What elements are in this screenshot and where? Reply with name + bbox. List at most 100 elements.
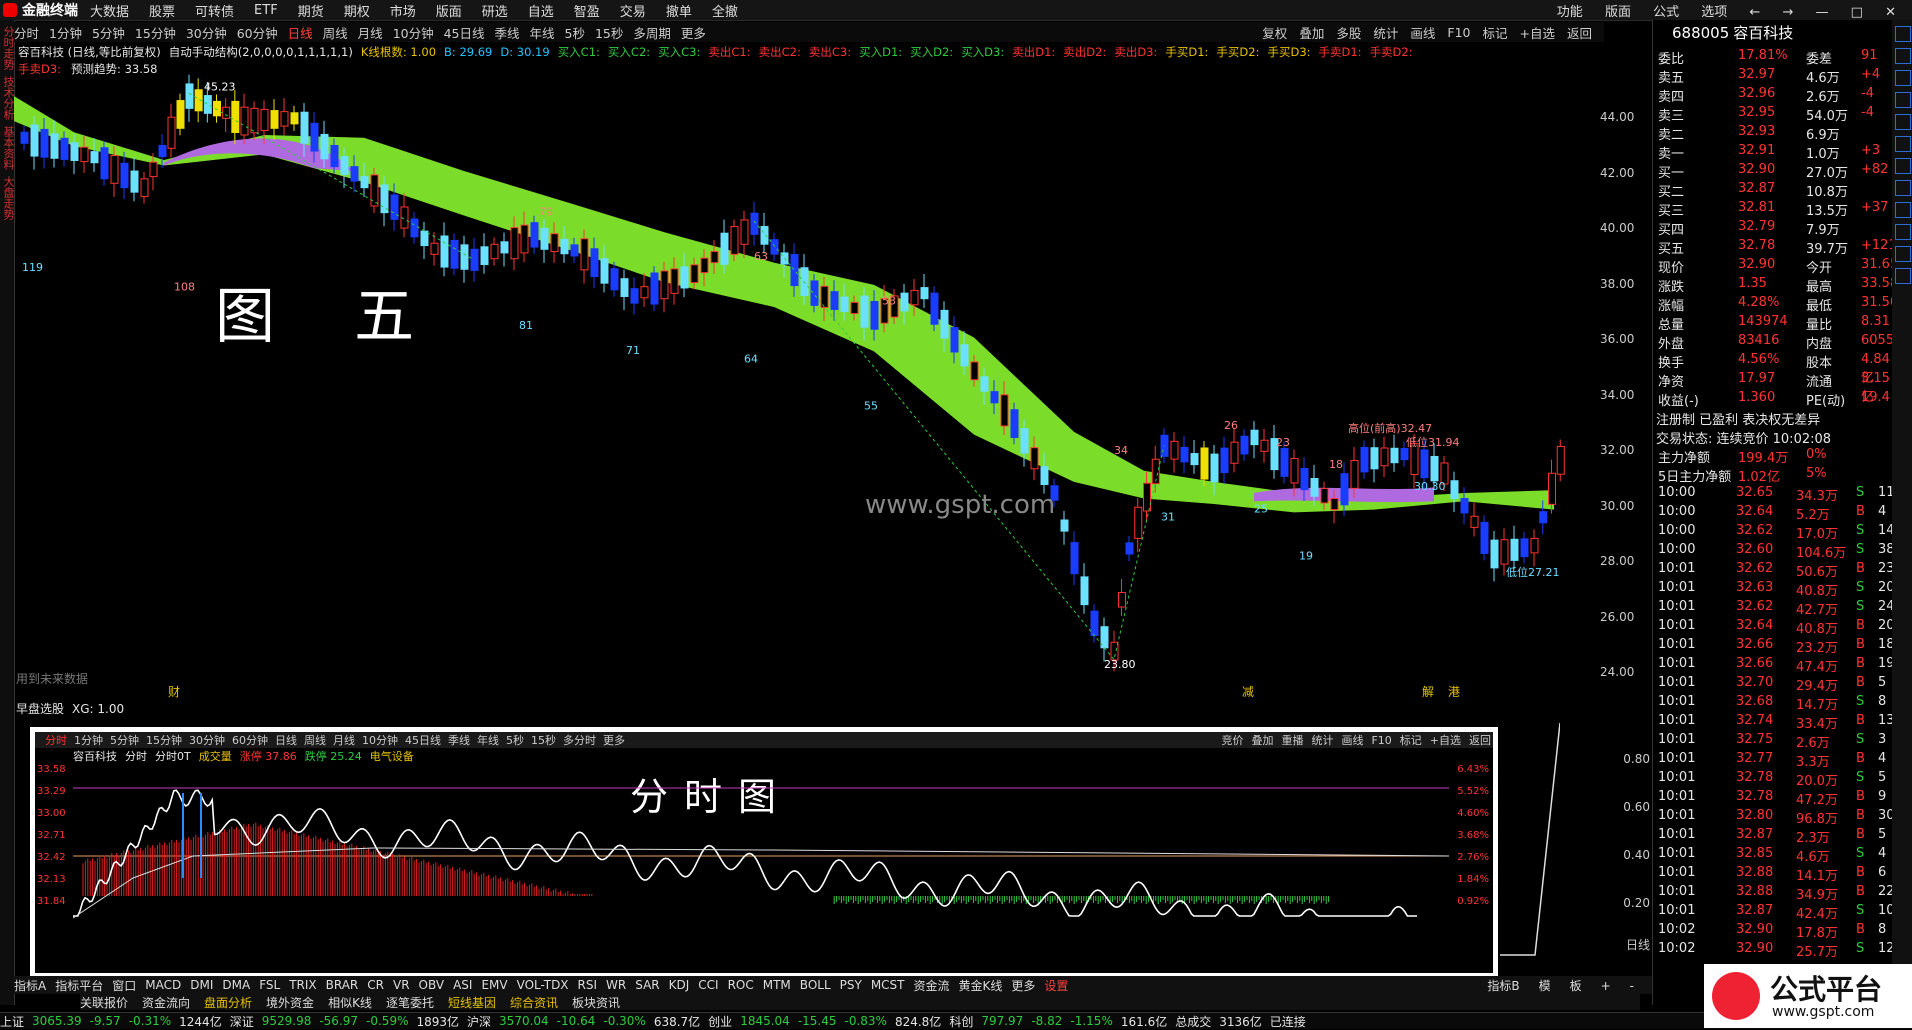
period-tab[interactable]: 10分钟 [393, 23, 434, 42]
candle-body[interactable] [1320, 488, 1329, 504]
right-menu-item[interactable]: 版面 [1605, 5, 1631, 20]
menu-item[interactable]: 撤单 [666, 1, 692, 20]
index-name[interactable]: 科创 [949, 1013, 973, 1030]
candle-body[interactable] [158, 145, 167, 158]
inset-period-tab[interactable]: 年线 [477, 732, 499, 748]
candle-body[interactable] [1080, 576, 1089, 606]
tool-icon[interactable] [1895, 246, 1911, 262]
inset-tool[interactable]: F10 [1371, 734, 1391, 747]
tick-row[interactable]: 10:02 32.90 25.7万 S 12 [1656, 941, 1895, 960]
candle-body[interactable] [203, 95, 212, 114]
candle-body[interactable] [1520, 538, 1529, 558]
candle-body[interactable] [520, 224, 529, 254]
candle-body[interactable] [1000, 394, 1009, 427]
tick-row[interactable]: 10:01 32.62 42.7万 S 24 [1656, 599, 1895, 618]
candle-body[interactable] [1180, 446, 1189, 463]
ask-row[interactable]: 卖二 32.93 6.9万 [1656, 124, 1892, 143]
candle-body[interactable] [500, 241, 509, 254]
inset-period-tab[interactable]: 月线 [333, 732, 355, 748]
indicator-tab[interactable]: TRIX [289, 978, 316, 992]
toolbar-button[interactable]: 多股 [1336, 23, 1361, 42]
indicator-tab[interactable]: 更多 [1011, 977, 1035, 994]
candle-body[interactable] [149, 161, 158, 178]
candle-body[interactable] [370, 174, 379, 207]
tick-row[interactable]: 10:01 32.74 33.4万 B 13 [1656, 713, 1895, 732]
info-subtab[interactable]: 短线基因 [448, 994, 496, 1011]
toolbar-button[interactable]: 复权 [1262, 23, 1287, 42]
candle-body[interactable] [750, 212, 759, 235]
candle-body[interactable] [1090, 610, 1099, 637]
inset-period-tab[interactable]: 10分钟 [362, 732, 398, 748]
indicator-tab[interactable]: VOL-TDX [517, 978, 569, 992]
candle-body[interactable] [730, 226, 739, 255]
candle-body[interactable] [120, 162, 129, 189]
candle-body[interactable] [90, 151, 99, 164]
candle-body[interactable] [270, 110, 279, 129]
indicator-tab[interactable]: ASI [453, 978, 472, 992]
candle-body[interactable] [910, 289, 919, 306]
info-subtab[interactable]: 逐笔委托 [386, 994, 434, 1011]
menu-item[interactable]: 大数据 [90, 1, 129, 20]
toolbar-button[interactable]: 叠加 [1299, 23, 1324, 42]
candle-body[interactable] [510, 227, 519, 260]
menu-item[interactable]: 自选 [528, 1, 554, 20]
inset-period-tab[interactable]: 60分钟 [232, 732, 268, 748]
candle-body[interactable] [1250, 429, 1259, 446]
candle-body[interactable] [460, 244, 469, 270]
candle-body[interactable] [320, 133, 329, 160]
candle-body[interactable] [490, 243, 499, 260]
period-tab[interactable]: 年线 [530, 23, 555, 42]
period-tab[interactable]: 15分钟 [135, 23, 176, 42]
event-mark[interactable]: 财 [168, 683, 180, 700]
tick-row[interactable]: 10:01 32.78 47.2万 B 9 [1656, 789, 1892, 808]
indicator-tab[interactable]: 黄金K线 [959, 977, 1003, 994]
candle-body[interactable] [1040, 466, 1049, 485]
candle-body[interactable] [1220, 447, 1229, 474]
candle-body[interactable] [1390, 447, 1399, 464]
indicator-tab[interactable]: MTM [763, 978, 791, 992]
candle-body[interactable] [1510, 538, 1519, 561]
maximize-icon[interactable]: □ [1851, 5, 1863, 20]
candle-body[interactable] [770, 239, 779, 255]
candle-body[interactable] [185, 83, 194, 109]
menu-item[interactable]: 市场 [390, 1, 416, 20]
inset-tool[interactable]: 返回 [1469, 732, 1491, 748]
period-tab[interactable]: 45日线 [444, 23, 485, 42]
indicator-tab[interactable]: KDJ [669, 978, 690, 992]
ask-row[interactable]: 卖一 32.91 1.0万 +3 [1656, 143, 1892, 162]
indicator-tab[interactable]: 指标平台 [55, 977, 103, 994]
candle-body[interactable] [222, 106, 231, 119]
candle-body[interactable] [710, 251, 719, 264]
bid-row[interactable]: 买二 32.87 10.8万 [1656, 181, 1892, 200]
candle-body[interactable] [1143, 482, 1151, 512]
candle-body[interactable] [760, 225, 769, 245]
menu-item[interactable]: 可转债 [195, 1, 234, 20]
candle-body[interactable] [430, 242, 439, 255]
menu-item[interactable]: 智盈 [574, 1, 600, 20]
info-subtab[interactable]: 境外资金 [266, 994, 314, 1011]
candle-body[interactable] [850, 301, 859, 314]
tool-icon[interactable] [1895, 268, 1911, 284]
tick-row[interactable]: 10:00 32.65 34.3万 S 11 [1656, 485, 1895, 504]
stat-row[interactable]: 涨幅 4.28% 最低 31.50 [1656, 295, 1898, 314]
candle-body[interactable] [1200, 447, 1209, 480]
tick-row[interactable]: 10:00 32.64 5.2万 B 4 [1656, 504, 1892, 523]
bid-row[interactable]: 买三 32.81 13.5万 +37 [1656, 200, 1892, 219]
candle-body[interactable] [830, 291, 839, 310]
inset-period-tab[interactable]: 多分时 [563, 732, 596, 748]
candle-body[interactable] [630, 288, 639, 304]
candle-body[interactable] [1230, 441, 1239, 464]
indicator-tab[interactable]: FSL [259, 978, 280, 992]
candle-body[interactable] [213, 100, 221, 117]
period-tab[interactable]: 分时 [14, 23, 39, 42]
toolbar-button[interactable]: 返回 [1567, 23, 1592, 42]
inset-period-tab-active[interactable]: 分时 [45, 732, 67, 748]
candle-body[interactable] [1280, 448, 1289, 477]
candle-body[interactable] [740, 219, 749, 245]
candle-body[interactable] [1450, 480, 1459, 499]
candle-body[interactable] [1300, 468, 1309, 491]
tick-row[interactable]: 10:01 32.77 3.3万 B 4 [1656, 751, 1892, 770]
inset-tool[interactable]: +自选 [1430, 732, 1461, 748]
tick-row[interactable]: 10:01 32.88 14.1万 B 6 [1656, 865, 1892, 884]
forward-arrow-icon[interactable]: → [1782, 5, 1793, 20]
